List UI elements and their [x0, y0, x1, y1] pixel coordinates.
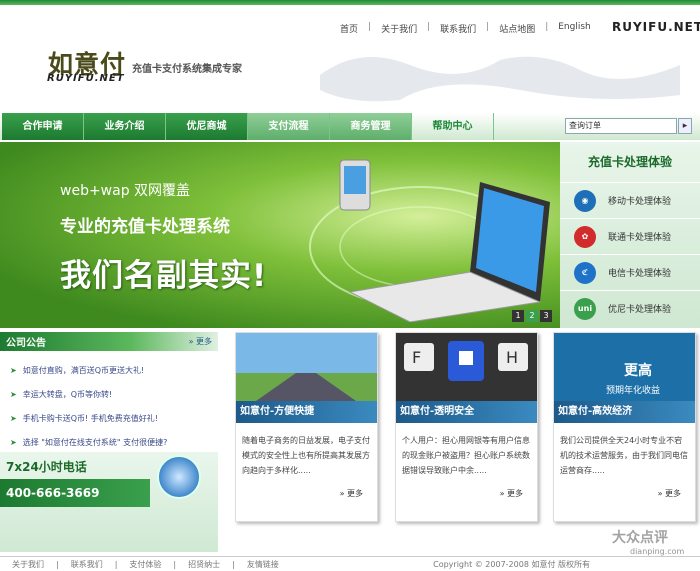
- nav-item-mall[interactable]: 优尼商城: [166, 113, 248, 140]
- svg-text:更高: 更高: [624, 362, 652, 379]
- side-item-label: 联通卡处理体验: [608, 233, 672, 243]
- arrow-right-icon: ➤: [10, 366, 17, 375]
- china-mobile-icon: ◉: [574, 189, 596, 212]
- china-telecom-icon: ℭ: [574, 261, 596, 284]
- brand-right-logo: RUYIFU.NET: [612, 20, 700, 34]
- nav-item-management[interactable]: 商务管理: [330, 113, 412, 140]
- main-nav: 合作申请 业务介绍 优尼商城 支付流程 商务管理 帮助中心 查询订单 ▸: [0, 113, 700, 140]
- top-link-about[interactable]: 关于我们: [371, 22, 427, 35]
- card-title: 如意付-高效经济: [554, 401, 695, 423]
- notice-header: 公司公告 » 更多: [0, 332, 218, 351]
- top-link-home[interactable]: 首页: [330, 22, 368, 35]
- hotline-box: 7x24小时电话 400-666-3669: [0, 452, 218, 552]
- order-search-input[interactable]: 查询订单: [565, 118, 677, 134]
- svg-text:F: F: [412, 348, 421, 367]
- footer-link[interactable]: 支付体验: [117, 559, 173, 570]
- slogan: 充值卡支付系统集成专家: [132, 64, 242, 75]
- footer: 关于我们 | 联系我们 | 支付体验 | 招贤纳士 | 友情链接 Copyright ©…: [0, 556, 700, 571]
- footer-link[interactable]: 联系我们: [59, 559, 115, 570]
- clock-icon: [157, 455, 201, 499]
- banner-line-1: web+wap 双网覆盖: [60, 183, 191, 199]
- side-item-mobile[interactable]: ◉ 移动卡处理体验: [560, 182, 700, 218]
- laptop-illustration: [309, 159, 550, 322]
- banner-page-3[interactable]: 3: [540, 310, 552, 322]
- card-experience-panel: 充值卡处理体验 ◉ 移动卡处理体验 ✿ 联通卡处理体验 ℭ 电信卡处理体验 un…: [560, 142, 700, 328]
- card-text: 我们公司提供全天24小时专业不宕机的技术运营服务，由于我们同电信运营商存....…: [560, 436, 688, 475]
- footer-link[interactable]: 招贤纳士: [176, 559, 232, 570]
- notice-item[interactable]: ➤ 如意付直购，满百送Q币更送大礼!: [10, 359, 218, 383]
- card-text: 个人用户：担心用网银等有用户信息的现金账户被盗用？担心账户系统数据错误导致账户中…: [402, 436, 530, 475]
- svg-text:H: H: [506, 348, 518, 367]
- china-unicom-icon: ✿: [574, 225, 596, 248]
- finance-promo-image: 更高 预期年化收益: [554, 333, 695, 401]
- nav-item-business[interactable]: 业务介绍: [84, 113, 166, 140]
- header: 如意付 RUYIFU.NET 充值卡支付系统集成专家 首页 | 关于我们 | 联系我…: [0, 5, 700, 113]
- svg-text:预期年化收益: 预期年化收益: [606, 384, 660, 396]
- copyright: Copyright © 2007-2008 如意付 版权所有: [433, 559, 590, 569]
- card-more-link[interactable]: » 更多: [500, 488, 523, 499]
- arrow-right-icon: ➤: [10, 414, 17, 423]
- notice-item[interactable]: ➤ 幸运大转盘，Q币等你转!: [10, 383, 218, 407]
- top-link-sitemap[interactable]: 站点地图: [489, 22, 545, 35]
- top-links: 首页 | 关于我们 | 联系我们 | 站点地图 | English: [330, 22, 601, 35]
- side-item-label: 移动卡处理体验: [608, 197, 672, 207]
- banner-page-1[interactable]: 1: [512, 310, 524, 322]
- banner-headline: 我们名副其实!: [60, 258, 268, 294]
- top-link-contact[interactable]: 联系我们: [430, 22, 486, 35]
- notice-title: 公司公告: [6, 338, 46, 349]
- side-panel-title: 充值卡处理体验: [587, 155, 672, 169]
- footer-link[interactable]: 关于我们: [0, 559, 56, 570]
- card-text: 随着电子商务的日益发展，电子支付模式的安全性上也有所提高其发展方向趋向于多样化.…: [242, 436, 370, 475]
- nav-item-help[interactable]: 帮助中心: [412, 113, 494, 140]
- notice-more-link[interactable]: » 更多: [189, 336, 212, 347]
- card-title: 如意付-透明安全: [396, 401, 537, 423]
- card-more-link[interactable]: » 更多: [340, 488, 363, 499]
- feature-card-convenient[interactable]: 如意付-方便快捷 随着电子商务的日益发展，电子支付模式的安全性上也有所提高其发展…: [235, 332, 378, 522]
- company-notice: 公司公告 » 更多 ➤ 如意付直购，满百送Q币更送大礼! ➤ 幸运大转盘，Q币等你转…: [0, 332, 218, 452]
- road-sky-image: [236, 333, 377, 401]
- uni-card-icon: uni: [574, 297, 596, 320]
- logo-english[interactable]: RUYIFU.NET: [47, 73, 125, 84]
- arrow-right-icon: ➤: [10, 390, 17, 399]
- card-more-link[interactable]: » 更多: [658, 488, 681, 499]
- hotline-label: 7x24小时电话: [6, 460, 87, 474]
- side-item-label: 电信卡处理体验: [608, 269, 672, 279]
- hotline-phone: 400-666-3669: [0, 479, 150, 507]
- notice-item[interactable]: ➤ 手机卡购卡送Q币! 手机免费充值好礼!: [10, 407, 218, 431]
- side-item-unicom[interactable]: ✿ 联通卡处理体验: [560, 218, 700, 254]
- world-map-graphic: [320, 56, 680, 102]
- side-item-uni[interactable]: uni 优尼卡处理体验: [560, 290, 700, 326]
- side-item-telecom[interactable]: ℭ 电信卡处理体验: [560, 254, 700, 290]
- top-link-english[interactable]: English: [548, 22, 601, 35]
- hero-banner[interactable]: web+wap 双网覆盖 专业的充值卡处理系统 我们名副其实! 1 2 3: [0, 142, 560, 328]
- banner-pager: 1 2 3: [512, 310, 552, 322]
- search-submit-button[interactable]: ▸: [678, 118, 692, 134]
- watermark-url: dianping.com: [630, 547, 685, 556]
- feature-card-efficient[interactable]: 更高 预期年化收益 如意付-高效经济 我们公司提供全天24小时专业不宕机的技术运…: [553, 332, 696, 522]
- side-item-label: 优尼卡处理体验: [608, 305, 672, 315]
- banner-line-2: 专业的充值卡处理系统: [60, 217, 230, 237]
- nav-item-apply[interactable]: 合作申请: [2, 113, 84, 140]
- card-title: 如意付-方便快捷: [236, 401, 377, 423]
- feature-card-secure[interactable]: F H 如意付-透明安全 个人用户：担心用网银等有用户信息的现金账户被盗用？担心…: [395, 332, 538, 522]
- nav-item-process[interactable]: 支付流程: [248, 113, 330, 140]
- watermark-logo: 大众点评: [612, 530, 668, 546]
- keyboard-lock-image: F H: [396, 333, 537, 401]
- banner-page-2[interactable]: 2: [526, 310, 538, 322]
- footer-link[interactable]: 友情链接: [235, 559, 291, 570]
